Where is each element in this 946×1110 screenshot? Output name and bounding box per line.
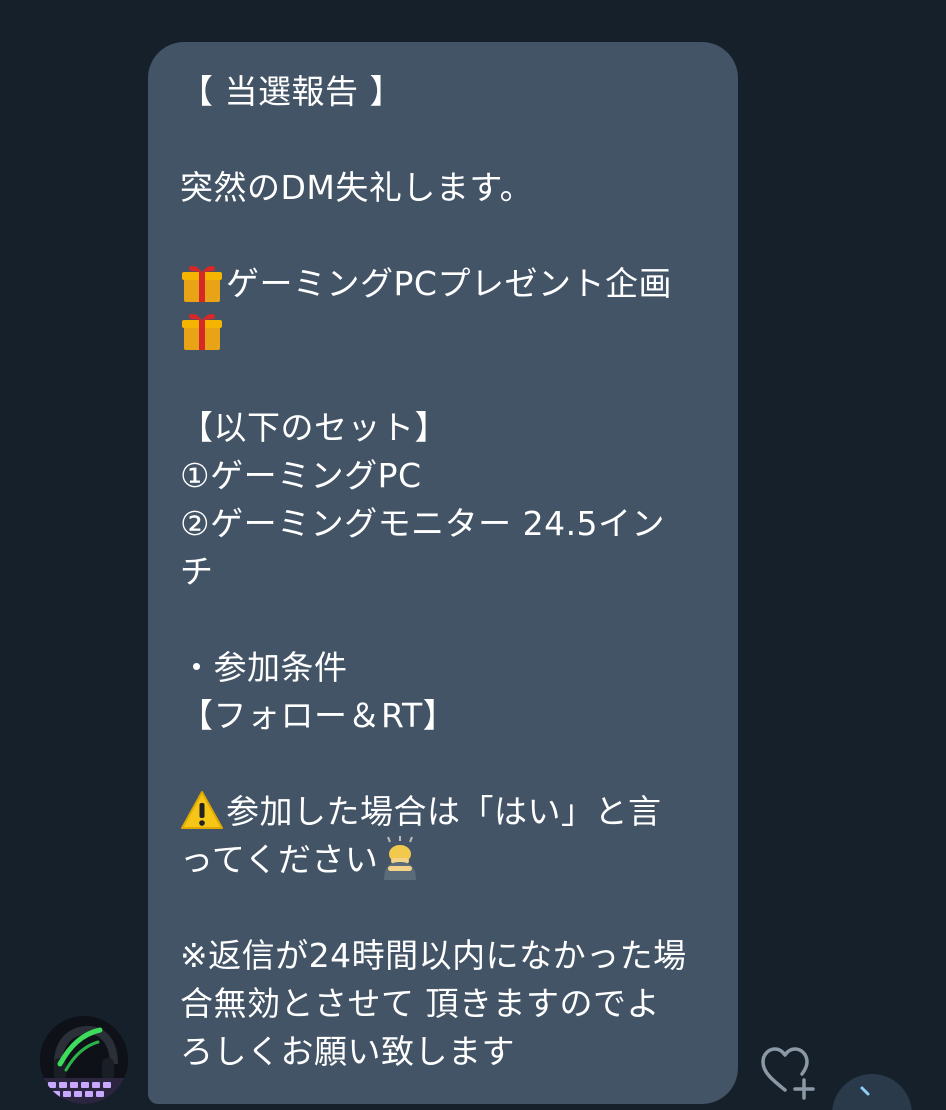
gift-icon xyxy=(182,265,222,302)
message-line-with-emoji: 参加した場合は「はい」と言 xyxy=(180,788,708,836)
person-bowing-icon xyxy=(384,836,417,880)
heart-add-icon xyxy=(761,1047,815,1100)
message-line: 合無効とさせて 頂きますのでよ xyxy=(180,984,660,1023)
message-line: 参加した場合は「はい」と言 xyxy=(226,792,662,831)
message-line: ってください xyxy=(180,840,379,879)
message-line: ・参加条件 xyxy=(180,648,348,687)
message-line: ①ゲーミングPC xyxy=(180,456,422,495)
message-line: 【以下のセット】 xyxy=(180,408,448,447)
warning-icon xyxy=(181,791,223,829)
message-line: チ xyxy=(180,552,214,591)
scroll-to-bottom-button[interactable] xyxy=(832,1074,912,1110)
sender-avatar[interactable] xyxy=(40,1016,128,1104)
dm-conversation-screen: 【 当選報告 】 突然のDM失礼します。 ゲーミングPCプレゼント企画 【以下の… xyxy=(0,0,946,1110)
add-reaction-button[interactable] xyxy=(760,1044,818,1100)
avatar-image xyxy=(40,1016,128,1104)
message-line-emoji-only xyxy=(180,308,708,356)
message-line: 【 当選報告 】 xyxy=(180,72,403,111)
message-bubble[interactable]: 【 当選報告 】 突然のDM失礼します。 ゲーミングPCプレゼント企画 【以下の… xyxy=(148,42,738,1104)
message-line-with-emoji: ってください xyxy=(180,836,708,884)
message-line: 突然のDM失礼します。 xyxy=(180,168,534,207)
message-line-with-emoji: ゲーミングPCプレゼント企画 xyxy=(180,260,708,308)
message-line: ろしくお願い致します xyxy=(180,1032,515,1071)
message-line: ゲーミングPCプレゼント企画 xyxy=(226,264,672,303)
message-line: ※返信が24時間以内になかった場 xyxy=(180,936,687,975)
gift-icon xyxy=(182,313,222,350)
arrow-icon xyxy=(860,1086,870,1096)
message-line: 【フォロー＆RT】 xyxy=(180,696,457,735)
message-line: ②ゲーミングモニター 24.5イン xyxy=(180,504,666,543)
